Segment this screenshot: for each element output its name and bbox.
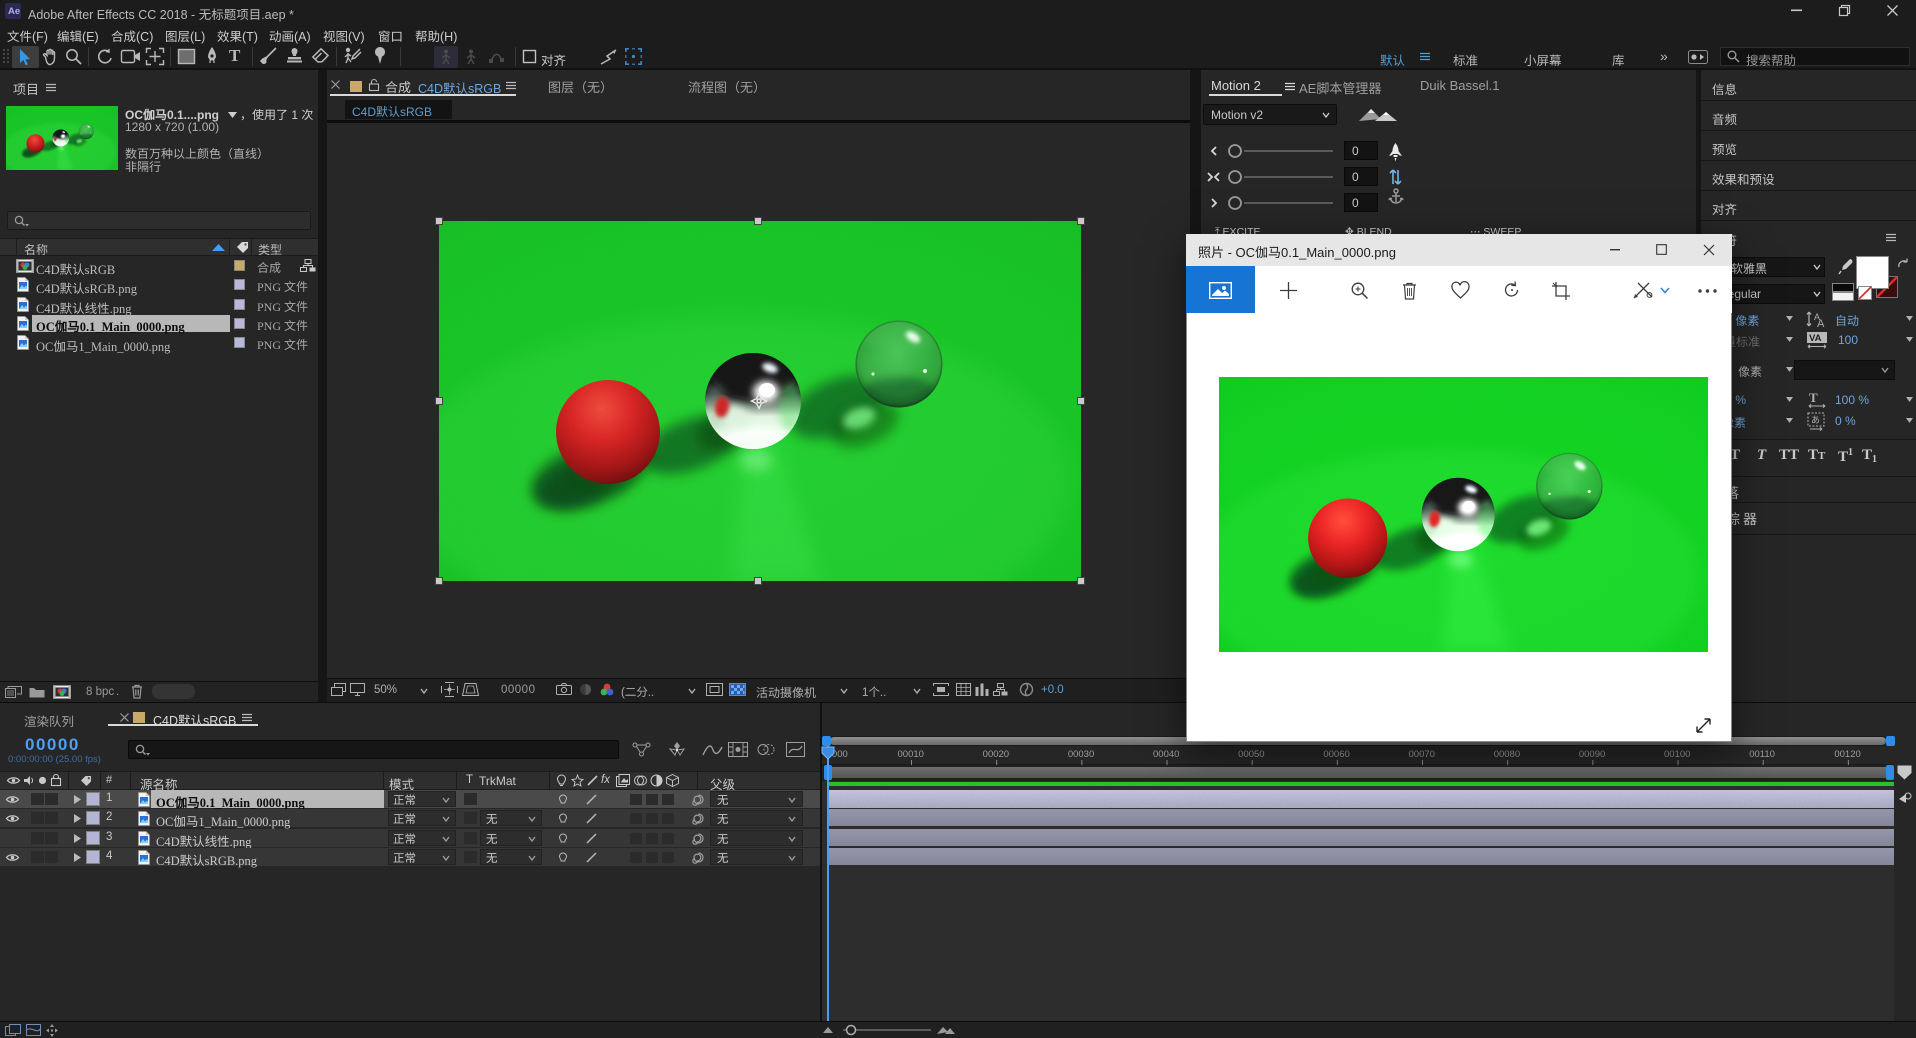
svg-text:A: A bbox=[1817, 318, 1825, 330]
svg-text:VA: VA bbox=[1809, 333, 1822, 344]
svg-text:あ: あ bbox=[1811, 413, 1820, 426]
svg-text:T: T bbox=[1809, 390, 1818, 405]
